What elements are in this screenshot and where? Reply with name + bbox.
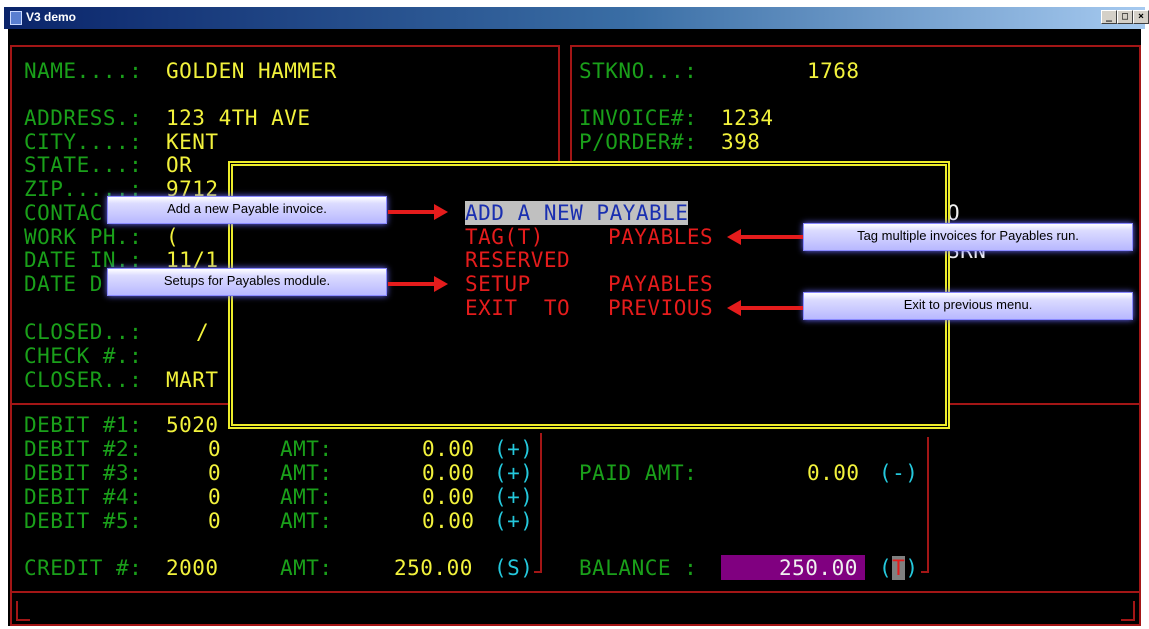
paid-amt-label: PAID AMT: — [579, 461, 698, 485]
work-phone-value[interactable]: ( — [166, 225, 179, 249]
credit-sign-text: (S) — [494, 556, 534, 580]
city-value[interactable]: KENT — [166, 130, 219, 154]
debit4-label: DEBIT #4: — [24, 485, 143, 509]
close-button[interactable]: × — [1133, 10, 1149, 24]
check-label: CHECK #.: — [24, 344, 143, 368]
debit2-amt[interactable]: 0.00 — [422, 437, 475, 461]
menu-item-reserved[interactable]: RESERVED — [465, 248, 570, 272]
closed-label: CLOSED..: — [24, 320, 143, 344]
name-label: NAME....: — [24, 59, 143, 83]
balance-sign[interactable]: (T) — [879, 556, 918, 580]
paid-amt-value[interactable]: 0.00 — [807, 461, 860, 485]
window-title: V3 demo — [26, 10, 77, 24]
contact-label: CONTAC — [24, 201, 103, 225]
debit3-label: DEBIT #3: — [24, 461, 143, 485]
balance-bracket-foot — [921, 571, 929, 573]
credit-label: CREDIT #: — [24, 556, 143, 580]
debit5-amt[interactable]: 0.00 — [422, 509, 475, 533]
state-label: STATE...: — [24, 153, 143, 177]
arrow-exit — [727, 300, 803, 316]
address-label: ADDRESS.: — [24, 106, 143, 130]
name-value[interactable]: GOLDEN HAMMER — [166, 59, 337, 83]
minimize-button[interactable]: _ — [1101, 10, 1117, 24]
app-icon — [10, 11, 22, 25]
balance-sign-close: ) — [905, 556, 919, 580]
invoice-value[interactable]: 1234 — [721, 106, 774, 130]
balance-sign-open: ( — [879, 556, 893, 580]
arrow-add-payable — [388, 204, 448, 220]
credit-acct[interactable]: 2000 — [166, 556, 219, 580]
menu-item-setup-left[interactable]: SETUP — [465, 272, 531, 296]
debit5-amt-label: AMT: — [280, 509, 333, 533]
paid-sign: (-) — [879, 461, 919, 485]
debit4-acct[interactable]: 0 — [208, 485, 221, 509]
menu-item-setup-right[interactable]: PAYABLES — [608, 272, 713, 296]
menu-item-tag-right[interactable]: PAYABLES — [608, 225, 713, 249]
balance-value[interactable]: 250.00 — [779, 556, 858, 580]
debit1-label: DEBIT #1: — [24, 413, 143, 437]
credit-amt-label: AMT: — [280, 556, 333, 580]
balance-sign-t[interactable]: T — [892, 556, 906, 580]
debit5-sign: (+) — [494, 509, 534, 533]
invoice-label: INVOICE#: — [579, 106, 698, 130]
address-value[interactable]: 123 4TH AVE — [166, 106, 311, 130]
footer-corner-right-foot — [1121, 619, 1135, 621]
footer-corner-left — [16, 601, 18, 621]
closer-value[interactable]: MART — [166, 368, 219, 392]
callout-exit: Exit to previous menu. — [803, 292, 1133, 320]
date-label: DATE D — [24, 272, 103, 296]
debit3-amt-label: AMT: — [280, 461, 333, 485]
callout-setup-payables: Setups for Payables module. — [107, 268, 387, 296]
title-bar[interactable]: V3 demo _ □ × — [4, 7, 1149, 29]
arrow-tag-payables — [727, 229, 803, 245]
debit5-label: DEBIT #5: — [24, 509, 143, 533]
stkno-value[interactable]: 1768 — [807, 59, 860, 83]
debit4-amt-label: AMT: — [280, 485, 333, 509]
debit3-sign: (+) — [494, 461, 534, 485]
debit4-amt[interactable]: 0.00 — [422, 485, 475, 509]
menu-item-exit-right[interactable]: PREVIOUS — [608, 296, 713, 320]
debit1-acct[interactable]: 5020 — [166, 413, 219, 437]
debit2-label: DEBIT #2: — [24, 437, 143, 461]
porder-value[interactable]: 398 — [721, 130, 760, 154]
debit3-acct[interactable]: 0 — [208, 461, 221, 485]
stkno-label: STKNO...: — [579, 59, 698, 83]
porder-label: P/ORDER#: — [579, 130, 698, 154]
closer-label: CLOSER..: — [24, 368, 143, 392]
footer-panel — [10, 591, 1141, 626]
credit-amt[interactable]: 250.00 — [394, 556, 473, 580]
app-window: V3 demo _ □ × NAME....: GOLDEN HAMMER AD… — [0, 0, 1149, 629]
maximize-button[interactable]: □ — [1117, 10, 1133, 24]
debit4-sign: (+) — [494, 485, 534, 509]
menu-item-exit-left[interactable]: EXIT TO — [465, 296, 570, 320]
menu-item-tag-left[interactable]: TAG(T) — [465, 225, 544, 249]
debit-bracket — [540, 433, 542, 573]
footer-corner-left-foot — [16, 619, 30, 621]
closed-value[interactable]: / — [196, 320, 209, 344]
arrow-setup-payables — [388, 276, 448, 292]
callout-tag-payables: Tag multiple invoices for Payables run. — [803, 223, 1133, 251]
footer-corner-right — [1133, 601, 1135, 621]
terminal-screen: NAME....: GOLDEN HAMMER ADDRESS.: 123 4T… — [8, 29, 1141, 626]
state-value[interactable]: OR — [166, 153, 192, 177]
debit2-sign: (+) — [494, 437, 534, 461]
work-phone-label: WORK PH.: — [24, 225, 143, 249]
debit3-amt[interactable]: 0.00 — [422, 461, 475, 485]
balance-bracket — [927, 437, 929, 573]
debit-bracket-foot — [534, 571, 542, 573]
debit2-acct[interactable]: 0 — [208, 437, 221, 461]
debit2-amt-label: AMT: — [280, 437, 333, 461]
credit-sign: (S) — [494, 556, 533, 580]
debit5-acct[interactable]: 0 — [208, 509, 221, 533]
balance-label: BALANCE : — [579, 556, 698, 580]
callout-add-payable: Add a new Payable invoice. — [107, 196, 387, 224]
city-label: CITY....: — [24, 130, 143, 154]
menu-item-add-payable[interactable]: ADD A NEW PAYABLE — [465, 201, 689, 225]
